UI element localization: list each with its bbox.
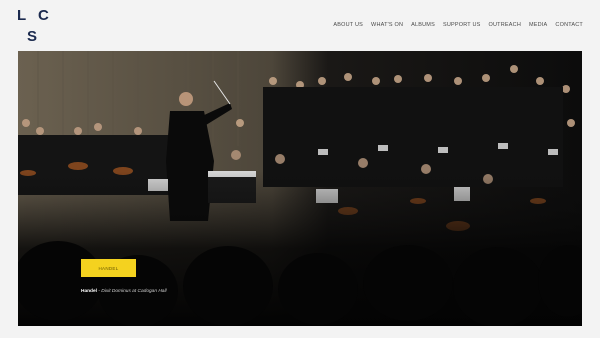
nav-whats-on[interactable]: WHAT'S ON [371,22,403,28]
nav-support-us[interactable]: SUPPORT US [443,22,481,28]
caption-subtitle: Dixit Dominus at Cadogan Hall [101,289,167,294]
logo-letter-s: S [27,28,38,45]
hero-caption: Handel - Dixit Dominus at Cadogan Hall [81,289,167,294]
hero-banner: HANDEL Handel - Dixit Dominus at Cadogan… [18,51,582,326]
nav-contact[interactable]: CONTACT [555,22,583,28]
main-nav: ABOUT US WHAT'S ON ALBUMS SUPPORT US OUT… [333,22,583,28]
nav-outreach[interactable]: OUTREACH [489,22,521,28]
logo-letter-c: C [38,7,49,24]
site-logo[interactable]: L C S [17,6,57,46]
hero-cta-button[interactable]: HANDEL [81,259,136,277]
caption-title: Handel [81,289,97,294]
nav-albums[interactable]: ALBUMS [411,22,435,28]
nav-about-us[interactable]: ABOUT US [333,22,363,28]
hero-concert-photo [18,51,582,326]
nav-media[interactable]: MEDIA [529,22,547,28]
logo-letter-l: L [17,7,27,24]
